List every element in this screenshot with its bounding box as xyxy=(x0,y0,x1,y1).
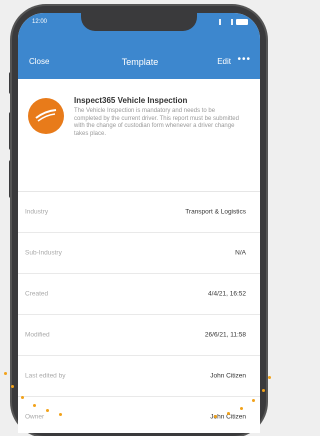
logo-swoosh-icon xyxy=(35,109,57,122)
detail-label: Modified xyxy=(25,331,50,339)
decor-dot xyxy=(4,372,7,375)
decor-dot xyxy=(268,376,271,379)
decor-dot xyxy=(262,389,265,392)
detail-row-created: Created 4/4/21, 16:52 xyxy=(18,274,260,315)
battery-icon xyxy=(236,19,248,25)
template-description: The Vehicle Inspection is mandatory and … xyxy=(74,108,239,137)
inspect365-logo-icon xyxy=(28,98,64,134)
app-screen: 12:00 Close Template Edit ••• Inspect365… xyxy=(18,13,260,433)
status-bar: 12:00 xyxy=(32,19,248,31)
signal-icon xyxy=(219,19,233,25)
decor-dot xyxy=(227,412,230,415)
edit-button[interactable]: Edit xyxy=(217,57,231,66)
template-summary: Inspect365 Vehicle Inspection The Vehicl… xyxy=(18,79,260,192)
detail-label: Created xyxy=(25,290,49,298)
decor-dot xyxy=(252,399,255,402)
detail-value: John Citizen xyxy=(210,372,246,380)
decor-dot xyxy=(33,404,36,407)
detail-label: Sub-Industry xyxy=(25,249,62,257)
decor-dot xyxy=(46,409,49,412)
nav-bar: Close Template Edit ••• xyxy=(29,54,251,69)
detail-value: N/A xyxy=(235,249,246,257)
detail-label: Industry xyxy=(25,208,49,216)
detail-row-last-edited-by: Last edited by John Citizen xyxy=(18,356,260,397)
decor-dot xyxy=(21,396,24,399)
decor-dot xyxy=(11,385,14,388)
decor-dot xyxy=(59,413,62,416)
detail-row-sub-industry: Sub-Industry N/A xyxy=(18,233,260,274)
detail-row-owner: Owner John Citizen xyxy=(18,397,260,433)
detail-value: 26/6/21, 11:58 xyxy=(204,331,246,339)
detail-label: Owner xyxy=(25,413,45,421)
detail-value: 4/4/21, 16:52 xyxy=(208,290,246,298)
status-time: 12:00 xyxy=(32,19,48,25)
detail-label: Last edited by xyxy=(25,372,66,380)
status-icons xyxy=(219,19,248,25)
decor-dot xyxy=(240,407,243,410)
detail-row-modified: Modified 26/6/21, 11:58 xyxy=(18,315,260,356)
decor-dot xyxy=(214,415,217,418)
more-options-icon[interactable]: ••• xyxy=(237,54,251,65)
detail-row-industry: Industry Transport & Logistics xyxy=(18,192,260,233)
template-title: Inspect365 Vehicle Inspection xyxy=(74,96,188,105)
app-header: 12:00 Close Template Edit ••• xyxy=(18,13,260,79)
detail-value: Transport & Logistics xyxy=(185,208,246,216)
